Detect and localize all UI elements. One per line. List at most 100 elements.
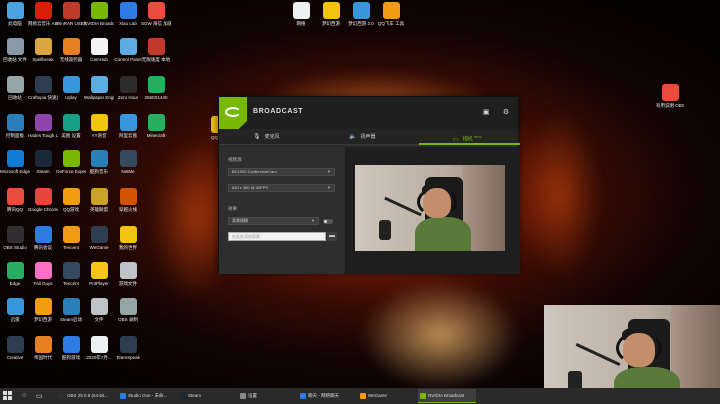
desktop-icon[interactable]: OBS Studio — [0, 226, 30, 250]
desktop-icon[interactable]: 文件 — [84, 298, 114, 322]
desktop-icon[interactable]: Tencent — [56, 262, 86, 286]
desktop-icon[interactable]: Zero Hour — [113, 76, 143, 100]
desktop-icon[interactable]: NetMe — [113, 150, 143, 174]
desktop-icon[interactable]: 迅雷 — [0, 298, 30, 322]
effect-toggle[interactable] — [323, 219, 333, 224]
desktop-icon[interactable]: 回收站 — [0, 76, 30, 100]
taskbar-item[interactable]: 聊天 - 网络聊天 — [298, 389, 356, 403]
desktop-icon[interactable]: SGW 海信 加速器 — [141, 2, 171, 26]
desktop-icon-label: SGW 海信 加速器 — [141, 21, 171, 26]
app-icon — [90, 2, 108, 19]
taskbar-item[interactable]: Steam — [178, 389, 236, 403]
resolution-select[interactable]: 640 x 360 @ 30FPS ▼ — [228, 184, 335, 192]
app-icon — [90, 76, 108, 93]
taskbar-item[interactable]: WeGame — [358, 389, 416, 403]
desktop-icon[interactable]: 网易云音乐 ADB — [28, 2, 58, 26]
desktop-icon[interactable]: Google Chrome — [28, 188, 58, 212]
taskbar-item[interactable]: 设置 — [238, 389, 296, 403]
desktop-icon-label: Fall Guys — [33, 281, 53, 286]
task-view-icon[interactable]: ▭ — [36, 392, 43, 400]
desktop-icon[interactable]: 2020年7月... — [84, 336, 114, 360]
desktop-icon[interactable]: Steam启动 — [56, 298, 86, 322]
effect-select[interactable]: 背景模糊 ▼ — [228, 217, 319, 225]
desktop-icon[interactable]: TeamSpeak — [113, 336, 143, 360]
desktop-icon[interactable]: WinRAR USB调试 — [56, 2, 86, 26]
window-titlebar[interactable]: BROADCAST ▣ ⚙ — [219, 97, 518, 129]
desktop-icon[interactable]: 阿里云盘 — [113, 114, 143, 138]
search-icon[interactable]: ○ — [22, 392, 26, 399]
source-select[interactable]: BC1000 ConferenceCam ▼ — [228, 168, 335, 176]
desktop-icon[interactable]: 回收站 文件 — [0, 38, 30, 62]
desktop-icon-label: 2560X1440 — [144, 95, 168, 100]
desktop-icon[interactable]: Edge — [0, 262, 30, 286]
taskbar-item[interactable]: Studio One - 未命... — [118, 389, 176, 403]
desktop-icon[interactable]: Microsoft Edge — [0, 150, 30, 174]
desktop-icon[interactable]: Tencent — [56, 226, 86, 250]
folder-browse-icon[interactable]: ▬ — [327, 232, 337, 241]
desktop-icon[interactable]: NVIDIA Broadcast — [84, 2, 114, 26]
tab-bar: 🎙 麦克风 🔈 扬声器 ▭ 相机 BETA — [219, 129, 520, 145]
desktop-icon[interactable]: 酷狗游戏 — [56, 336, 86, 360]
desktop-icon[interactable]: 穿越火线 — [113, 188, 143, 212]
desktop-icon[interactable]: Hades Tough Life — [28, 114, 58, 138]
desktop-icon[interactable]: 我的世界 — [113, 226, 143, 250]
desktop-icon[interactable]: 腾讯会议 — [28, 226, 58, 250]
desktop-icon[interactable]: Spellbreak — [28, 38, 58, 62]
desktop-icon-video-file[interactable]: 有用说明 OBS.mp4 — [656, 84, 684, 108]
desktop-icon[interactable]: Steam — [28, 150, 58, 174]
desktop-icon[interactable]: 梦幻西游 — [28, 298, 58, 322]
desktop-icon[interactable]: Creative — [0, 336, 30, 360]
desktop-icon[interactable]: Craftopia 快速启动 — [28, 76, 58, 100]
desktop-icon-label: Craftopia 快速启动 — [28, 95, 58, 100]
desktop-icon[interactable]: 控制面板 — [0, 114, 30, 138]
tab-speaker[interactable]: 🔈 扬声器 — [349, 129, 376, 145]
tab-microphone[interactable]: 🎙 麦克风 — [253, 129, 280, 145]
desktop-icon[interactable]: Control Panel — [113, 38, 143, 62]
desktop-icon[interactable]: Xiao Lab — [113, 2, 143, 26]
app-icon — [147, 114, 165, 131]
desktop-icon[interactable]: 此电脑 — [0, 2, 30, 26]
settings-gear-icon[interactable]: ⚙ — [502, 109, 510, 117]
desktop-icon[interactable]: QQ飞车 工具 — [376, 2, 406, 26]
feedback-icon[interactable]: ▣ — [482, 109, 490, 117]
desktop-icon[interactable]: Uplay — [56, 76, 86, 100]
camera-preview-panel — [345, 147, 520, 274]
desktop-icon[interactable]: OBS 录制 — [113, 298, 143, 322]
desktop-icon[interactable]: 腾讯QQ — [0, 188, 30, 212]
app-icon — [90, 188, 108, 205]
desktop-icon[interactable]: 2560X1440 — [141, 76, 171, 100]
desktop-icon[interactable]: 英雄联盟 — [84, 188, 114, 212]
taskbar-item-label: Steam — [188, 393, 202, 398]
desktop-icon[interactable]: 游戏文件 — [113, 262, 143, 286]
desktop-icon[interactable]: Wallpaper Engine — [84, 76, 114, 100]
desktop-icon[interactable]: 美图 设置 — [56, 114, 86, 138]
desktop-icon[interactable]: 酷狗音乐 — [84, 150, 114, 174]
desktop-icon[interactable]: 无线遥控器 — [56, 38, 86, 62]
windows-start-icon[interactable] — [3, 391, 13, 401]
app-icon — [147, 2, 165, 19]
desktop-icon-label: WinRAR USB调试 — [56, 21, 86, 26]
path-placeholder: 在此处添加背景 — [232, 234, 260, 239]
desktop-icon[interactable]: Minecraft — [141, 114, 171, 138]
taskbar-item[interactable]: OBS 25.0.8 (64-bit... — [57, 389, 115, 403]
desktop-icon-label: CamHub — [90, 57, 108, 62]
desktop-icon[interactable]: QQ游戏 — [56, 188, 86, 212]
desktop-icon-label: Wallpaper Engine — [84, 95, 114, 100]
desktop-icon[interactable]: CamHub — [84, 38, 114, 62]
desktop-icon[interactable]: 无限速度 本地 — [141, 38, 171, 62]
taskbar-item[interactable]: NVIDIA Broadcast — [418, 389, 476, 403]
desktop-icon[interactable]: 梦幻西游 2.0 — [346, 2, 376, 26]
desktop-icon-label: 文件 — [94, 317, 104, 322]
app-icon — [119, 76, 137, 93]
desktop-icon[interactable]: 梦幻西游 — [316, 2, 346, 26]
desktop-icon[interactable]: GeForce Experience — [56, 150, 86, 174]
desktop-icon[interactable]: PotPlayer — [84, 262, 114, 286]
desktop-icon[interactable]: Fall Guys — [28, 262, 58, 286]
background-path-input[interactable]: 在此处添加背景 — [228, 232, 326, 241]
desktop-icon[interactable]: WeGame — [84, 226, 114, 250]
desktop-icon[interactable]: 帝国时代 — [28, 336, 58, 360]
desktop-icon[interactable]: YY语音 — [84, 114, 114, 138]
chevron-down-icon: ▼ — [311, 218, 315, 223]
desktop-icon[interactable]: 网络 — [286, 2, 316, 26]
desktop-icon-label: 无线遥控器 — [59, 57, 83, 62]
